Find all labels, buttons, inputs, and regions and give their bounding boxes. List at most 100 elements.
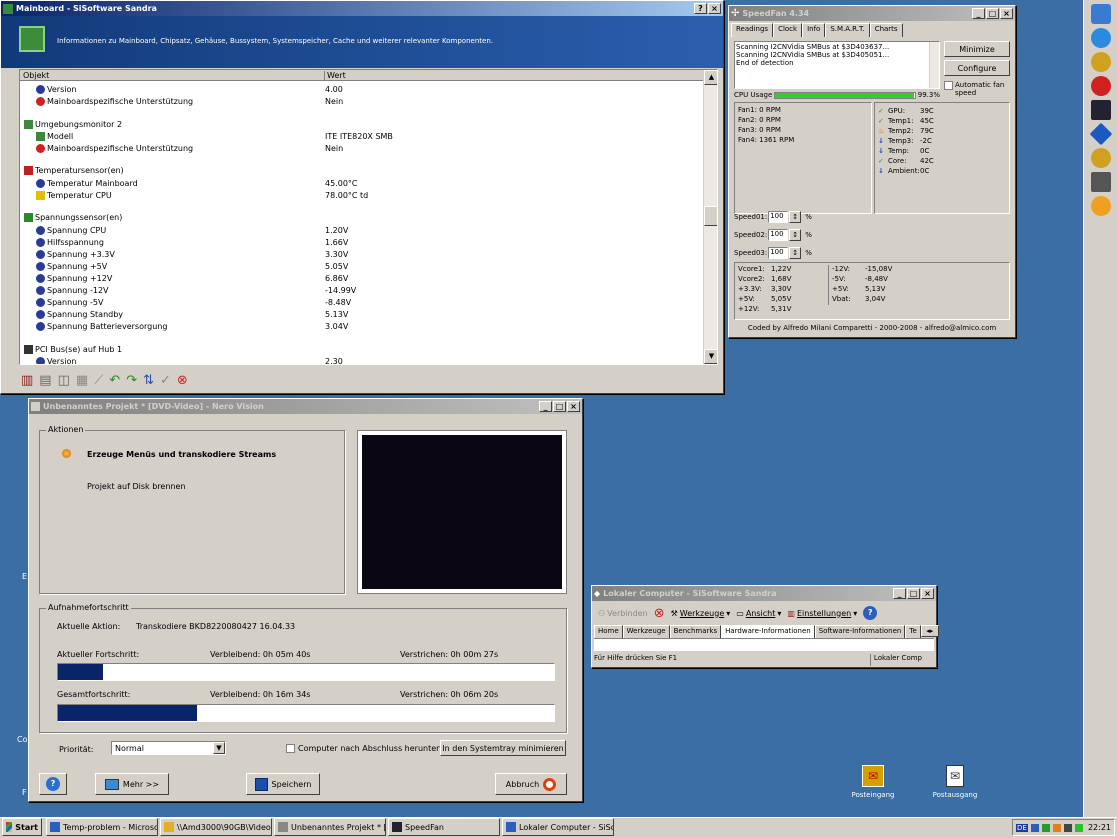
minimize-button[interactable]: _ [893,588,906,599]
close-button[interactable]: × [1000,8,1013,19]
minimize-button[interactable]: _ [539,401,552,412]
tools-menu[interactable]: ⚒ Werkzeuge ▾ [671,609,731,618]
calendar-icon[interactable]: ▥ [21,373,33,388]
tab-readings[interactable]: Readings [731,23,774,37]
desktop-outbox[interactable]: ✉ Postausgang [927,765,983,799]
tab-smart[interactable]: S.M.A.R.T. [825,23,870,37]
table-row[interactable]: Temperatursensor(en) [24,165,124,176]
priority-select[interactable]: Normal ▼ [111,741,226,755]
scroll-thumb[interactable] [704,206,717,226]
forward-icon[interactable]: ↷ [126,373,137,388]
scroll-down-button[interactable]: ▼ [704,349,717,364]
close-button[interactable]: × [567,401,580,412]
speed-spinner[interactable]: ↕ [789,247,802,259]
diamond-icon[interactable] [1089,122,1112,146]
trash-icon[interactable]: ▤ [39,373,51,388]
film-icon[interactable] [1090,172,1111,192]
column-header-value[interactable]: Wert [324,71,346,80]
table-row[interactable]: PCI Bus(se) auf Hub 1 [24,344,122,355]
view-menu[interactable]: ▭ Ansicht ▾ [736,609,781,618]
tab-scroll-button[interactable]: ◂▸ [920,625,939,637]
tab-item[interactable]: Home [594,625,623,638]
help-icon[interactable]: ? [863,606,878,620]
user-icon[interactable] [1090,52,1111,72]
tray-icon-volume[interactable] [1063,823,1072,832]
tray-icon-network[interactable] [1030,823,1039,832]
log-scrollbar[interactable] [929,42,939,88]
nero-titlebar[interactable]: Unbenanntes Projekt * [DVD-Video] - Nero… [29,399,582,414]
print-icon[interactable]: ▦ [76,373,88,388]
menu-icon[interactable] [1090,196,1111,216]
back-icon[interactable]: ↶ [109,373,120,388]
table-row[interactable]: Spannung Batterieversorgung [36,321,167,332]
table-row[interactable]: Version [36,84,76,95]
table-row[interactable]: Mainboardspezifische Unterstützung [36,96,193,107]
table-row[interactable]: Modell [36,131,73,142]
fan-icon[interactable] [1090,100,1111,120]
shutdown-checkbox[interactable]: Computer nach Abschluss herunterfahren [286,744,465,753]
table-row[interactable]: Spannung Standby [36,309,123,320]
ie-icon[interactable] [1090,28,1111,48]
table-row[interactable]: Spannung +12V [36,273,112,284]
tab-item[interactable]: Benchmarks [669,625,722,638]
tab-clock[interactable]: Clock [773,23,803,37]
tab-item[interactable]: Software-Informationen [814,625,906,638]
connect-button[interactable]: ⚇ Verbinden [598,609,648,618]
speed-spinner[interactable]: ↕ [789,229,802,241]
minimize-to-tray-button[interactable]: In den Systemtray minimieren [440,740,566,756]
speedfan-titlebar[interactable]: ✢ SpeedFan 4.34 _ □ × [729,6,1015,21]
chart-icon[interactable]: ⟋ [94,373,103,388]
tab-item[interactable]: Werkzeuge [622,625,670,638]
help-button[interactable]: ? [39,773,67,795]
taskbar-item[interactable]: Lokaler Computer - SiSof... [502,818,614,836]
start-button[interactable]: Start [2,818,42,836]
minimize-app-button[interactable]: Minimize [944,41,1010,57]
minimize-button[interactable]: _ [972,8,985,19]
save-button[interactable]: Speichern [246,773,320,795]
tab-item[interactable]: Hardware-Informationen [721,625,815,638]
maximize-button[interactable]: □ [907,588,920,599]
desktop-inbox[interactable]: ✉ Posteingang [845,765,901,799]
ok-icon[interactable]: ✓ [160,373,171,388]
table-row[interactable]: Temperatur Mainboard [36,178,138,189]
tray-icon-flame[interactable] [1052,823,1061,832]
speed-input[interactable]: 100 [768,229,789,241]
table-row[interactable]: Spannung +5V [36,261,107,272]
user-icon-2[interactable] [1090,148,1111,168]
scroll-up-button[interactable]: ▲ [704,70,717,85]
tray-icon-check[interactable] [1041,823,1050,832]
table-row[interactable]: Umgebungsmonitor 2 [24,119,122,130]
stop-icon[interactable] [1090,76,1111,96]
auto-fan-checkbox[interactable]: Automatic fan speed [944,81,1014,97]
table-row[interactable]: Spannung -5V [36,297,103,308]
tray-icon-green[interactable] [1074,823,1083,832]
taskbar-item[interactable]: Temp-problem - Microsof... [46,818,158,836]
speed-input[interactable]: 100 [768,247,789,259]
maximize-button[interactable]: □ [986,8,999,19]
close-button[interactable]: × [708,3,721,14]
cancel-button[interactable]: Abbruch [495,773,567,795]
table-row[interactable]: Temperatur CPU [36,190,112,201]
tab-item[interactable]: Te [905,625,921,638]
refresh-icon[interactable]: ⇅ [143,373,154,388]
speed-spinner[interactable]: ↕ [789,211,802,223]
close-button[interactable]: × [921,588,934,599]
lokal-titlebar[interactable]: ◆ Lokaler Computer - SiSoftware Sandra _… [592,586,936,601]
table-row[interactable]: Spannungssensor(en) [24,212,122,223]
column-header-object[interactable]: Objekt [23,71,49,80]
chevron-down-icon[interactable]: ▼ [213,742,225,754]
settings-menu[interactable]: ▥ Einstellungen ▾ [787,609,857,618]
tab-charts[interactable]: Charts [869,23,903,37]
sandra-scrollbar[interactable]: ▲ ▼ [703,70,717,364]
configure-button[interactable]: Configure [944,60,1010,76]
speed-input[interactable]: 100 [768,211,789,223]
language-indicator[interactable]: DE [1016,823,1028,832]
table-row[interactable]: Mainboardspezifische Unterstützung [36,143,193,154]
taskbar-item[interactable]: \\Amd3000\90GB\Videos [160,818,272,836]
sidebar-app-icon-1[interactable] [1090,4,1111,24]
help-button[interactable]: ? [694,3,707,14]
sandra-titlebar[interactable]: Mainboard - SiSoftware Sandra ? × [1,1,723,16]
tab-info[interactable]: Info [802,23,826,37]
more-button[interactable]: Mehr >> [95,773,169,795]
table-row[interactable]: Spannung -12V [36,285,109,296]
